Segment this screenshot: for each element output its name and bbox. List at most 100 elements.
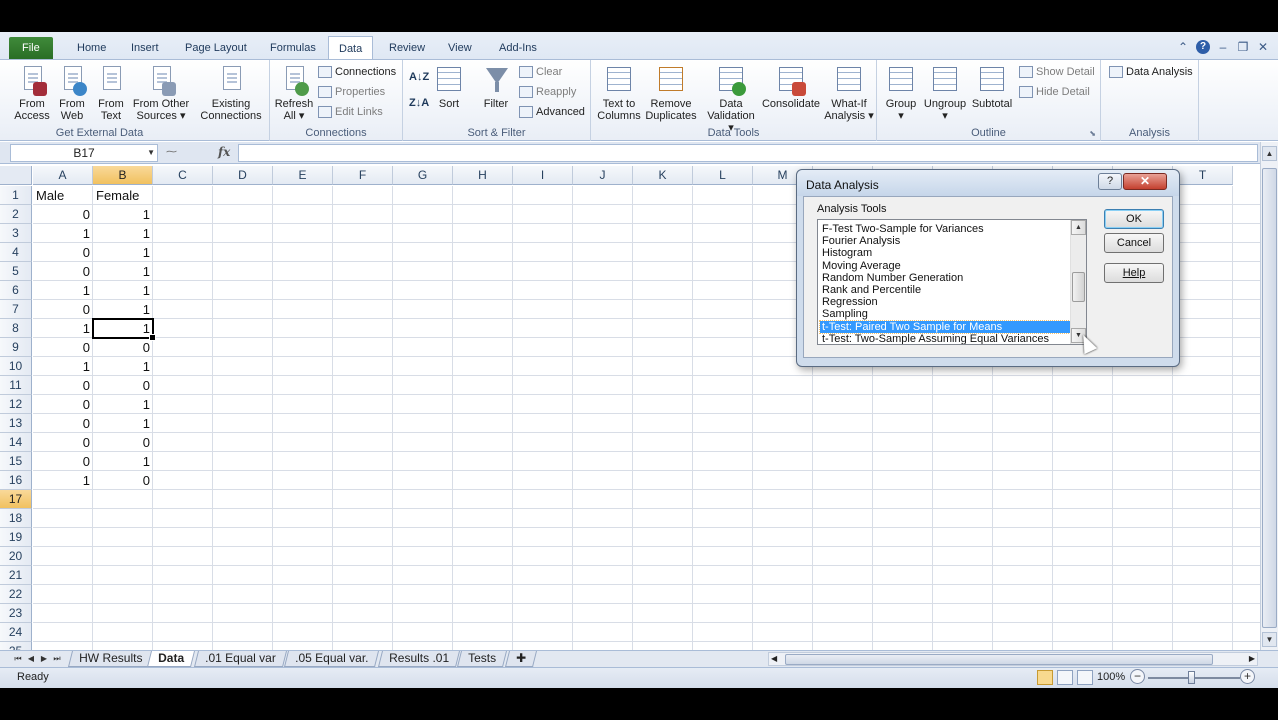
cell-a6[interactable]: 1	[33, 281, 93, 300]
tab-home[interactable]: Home	[67, 36, 116, 60]
tab-file[interactable]: File	[9, 37, 53, 59]
cell-a16[interactable]: 1	[33, 471, 93, 490]
page-break-view-icon[interactable]	[1077, 670, 1093, 685]
zoom-in-icon[interactable]: +	[1240, 669, 1255, 684]
cell-b7[interactable]: 1	[93, 300, 153, 319]
cell-a1[interactable]: Male	[33, 186, 93, 205]
group-button[interactable]: Group ▾	[881, 64, 921, 122]
first-sheet-icon[interactable]: ⏮	[12, 652, 24, 666]
row-header-12[interactable]: 12	[0, 395, 32, 414]
tab-page-layout[interactable]: Page Layout	[175, 36, 257, 60]
analysis-tools-listbox[interactable]: F-Test Two-Sample for Variances Fourier A…	[817, 219, 1087, 345]
what-if-analysis-button[interactable]: What-If Analysis ▾	[823, 64, 875, 122]
scroll-right-icon[interactable]: ▶	[1249, 653, 1255, 665]
row-header-4[interactable]: 4	[0, 243, 32, 262]
zoom-level[interactable]: 100%	[1097, 671, 1125, 683]
cell-a3[interactable]: 1	[33, 224, 93, 243]
row-header-7[interactable]: 7	[0, 300, 32, 319]
horizontal-scrollbar[interactable]: ◀ ▶	[768, 652, 1258, 666]
cell-b11[interactable]: 0	[93, 376, 153, 395]
advanced-button[interactable]: Advanced	[519, 103, 585, 121]
properties-button[interactable]: Properties	[318, 83, 385, 101]
cell-b3[interactable]: 1	[93, 224, 153, 243]
analysis-tool-item[interactable]: Fourier Analysis	[820, 235, 1070, 247]
cell-a9[interactable]: 0	[33, 338, 93, 357]
cell-a10[interactable]: 1	[33, 357, 93, 376]
listbox-scroll-thumb[interactable]	[1072, 272, 1085, 302]
cell-a13[interactable]: 0	[33, 414, 93, 433]
column-header-i[interactable]: I	[513, 166, 573, 185]
row-header-14[interactable]: 14	[0, 433, 32, 452]
row-header-15[interactable]: 15	[0, 452, 32, 471]
cell-a8[interactable]: 1	[33, 319, 93, 338]
vertical-scrollbar[interactable]: ▲ ▼	[1260, 142, 1278, 650]
subtotal-button[interactable]: Subtotal	[969, 64, 1015, 110]
column-header-e[interactable]: E	[273, 166, 333, 185]
sheet-tab-data[interactable]: Data	[147, 651, 196, 667]
reapply-button[interactable]: Reapply	[519, 83, 576, 101]
help-icon[interactable]: ?	[1196, 40, 1210, 54]
prev-sheet-icon[interactable]: ◀	[25, 652, 37, 666]
row-header-17[interactable]: 17	[0, 490, 32, 509]
zoom-out-icon[interactable]: −	[1130, 669, 1145, 684]
row-header-16[interactable]: 16	[0, 471, 32, 490]
row-header-19[interactable]: 19	[0, 528, 32, 547]
cell-b15[interactable]: 1	[93, 452, 153, 471]
cancel-button[interactable]: Cancel	[1104, 233, 1164, 253]
cell-b2[interactable]: 1	[93, 205, 153, 224]
cell-b9[interactable]: 0	[93, 338, 153, 357]
sheet-tab-hw-results[interactable]: HW Results	[68, 651, 154, 667]
row-header-24[interactable]: 24	[0, 623, 32, 642]
cell-a15[interactable]: 0	[33, 452, 93, 471]
cell-b16[interactable]: 0	[93, 471, 153, 490]
listbox-scrollbar[interactable]: ▲ ▼	[1070, 220, 1086, 344]
zoom-slider-knob[interactable]	[1188, 671, 1195, 684]
row-header-9[interactable]: 9	[0, 338, 32, 357]
remove-duplicates-button[interactable]: Remove Duplicates	[643, 64, 699, 122]
analysis-tool-item[interactable]: t-Test: Paired Two Sample for Means	[819, 319, 1071, 334]
column-header-d[interactable]: D	[213, 166, 273, 185]
row-header-3[interactable]: 3	[0, 224, 32, 243]
help-button[interactable]: Help	[1104, 263, 1164, 283]
tab-data[interactable]: Data	[328, 36, 374, 61]
sort-button[interactable]: Sort	[433, 64, 465, 110]
window-restore-icon[interactable]: ❐	[1236, 40, 1250, 54]
tab-insert[interactable]: Insert	[121, 36, 169, 60]
row-header-10[interactable]: 10	[0, 357, 32, 376]
column-header-l[interactable]: L	[693, 166, 753, 185]
connections-button[interactable]: Connections	[318, 63, 396, 81]
column-header-f[interactable]: F	[333, 166, 393, 185]
tab-review[interactable]: Review	[379, 36, 435, 60]
from-text-button[interactable]: From Text	[91, 64, 131, 122]
cell-b13[interactable]: 1	[93, 414, 153, 433]
cell-a14[interactable]: 0	[33, 433, 93, 452]
cell-a5[interactable]: 0	[33, 262, 93, 281]
insert-function-icon[interactable]: fx	[218, 145, 230, 159]
row-header-11[interactable]: 11	[0, 376, 32, 395]
window-close-icon[interactable]: ✕	[1256, 40, 1270, 54]
cell-b6[interactable]: 1	[93, 281, 153, 300]
sheet-tab-results-01[interactable]: Results .01	[378, 651, 461, 667]
consolidate-button[interactable]: Consolidate	[759, 64, 823, 110]
analysis-tool-item[interactable]: F-Test Two-Sample for Variances	[820, 223, 1070, 235]
row-header-6[interactable]: 6	[0, 281, 32, 300]
row-header-1[interactable]: 1	[0, 186, 32, 205]
row-header-21[interactable]: 21	[0, 566, 32, 585]
column-header-c[interactable]: C	[153, 166, 213, 185]
sheet-tab-01-equal-var[interactable]: .01 Equal var	[194, 651, 287, 667]
row-header-23[interactable]: 23	[0, 604, 32, 623]
edit-links-button[interactable]: Edit Links	[318, 103, 383, 121]
analysis-tool-item[interactable]: Histogram	[820, 247, 1070, 259]
hide-detail-button[interactable]: Hide Detail	[1019, 83, 1090, 101]
ungroup-button[interactable]: Ungroup ▾	[921, 64, 969, 122]
name-box[interactable]: B17 ▼	[10, 144, 158, 162]
dialog-titlebar[interactable]: Data Analysis ? ✕	[797, 170, 1179, 196]
column-header-b[interactable]: B	[93, 166, 153, 185]
sheet-tab-05-equal-var[interactable]: .05 Equal var.	[284, 651, 380, 667]
from-web-button[interactable]: From Web	[52, 64, 92, 122]
from-other-sources-button[interactable]: From Other Sources ▾	[130, 64, 192, 122]
row-header-20[interactable]: 20	[0, 547, 32, 566]
row-header-18[interactable]: 18	[0, 509, 32, 528]
analysis-tool-item[interactable]: Rank and Percentile	[820, 284, 1070, 296]
cell-a4[interactable]: 0	[33, 243, 93, 262]
